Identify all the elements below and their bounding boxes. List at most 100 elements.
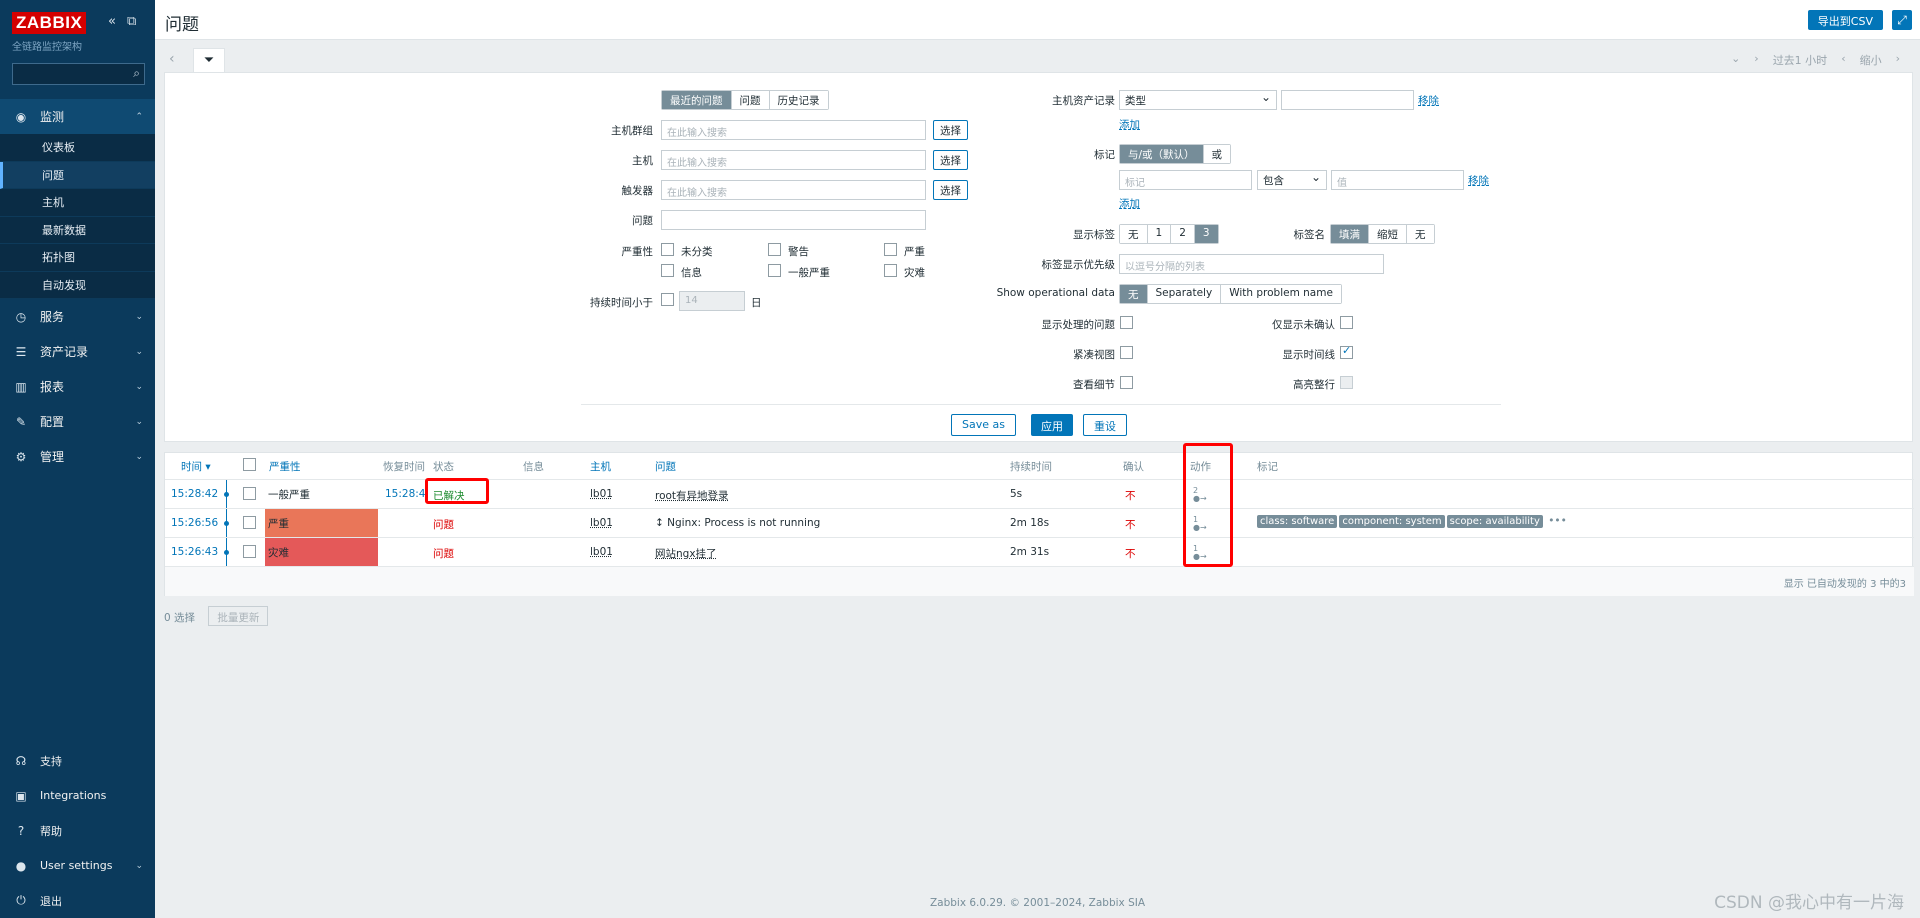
- row-host[interactable]: lb01: [590, 546, 613, 558]
- row-time[interactable]: 15:26:56: [171, 517, 218, 529]
- nav-configuration[interactable]: ✎ 配置 ⌄: [0, 404, 155, 439]
- zabbix-logo[interactable]: ZABBIX: [12, 12, 87, 34]
- show-tags-3[interactable]: 3: [1194, 225, 1218, 243]
- hostgroups-select-button[interactable]: 选择: [933, 120, 968, 140]
- triggers-input[interactable]: 在此输入搜索: [661, 180, 926, 200]
- age-input[interactable]: 14: [679, 291, 745, 311]
- row-ack[interactable]: 不: [1125, 546, 1136, 561]
- tag-name-short[interactable]: 缩短: [1369, 225, 1407, 243]
- more-tags-icon[interactable]: •••: [1548, 515, 1567, 527]
- row-problem[interactable]: 网站ngx挂了: [655, 546, 717, 561]
- tag-badge[interactable]: scope: availability: [1446, 515, 1543, 528]
- nav-monitoring[interactable]: ◉ 监测 ⌃: [0, 99, 155, 134]
- row-time[interactable]: 15:26:43: [171, 546, 218, 558]
- sidebar-item-latest-data[interactable]: 最新数据: [0, 217, 155, 244]
- row-ack[interactable]: 不: [1125, 517, 1136, 532]
- mass-update-button[interactable]: 批量更新: [208, 606, 269, 626]
- row-recovery-time[interactable]: 15:28:4: [385, 488, 425, 500]
- tag-operator-select[interactable]: 包含: [1257, 170, 1327, 190]
- sidebar-item-maps[interactable]: 拓扑图: [0, 244, 155, 272]
- opdata-with-name[interactable]: With problem name: [1221, 285, 1341, 303]
- collapse-sidebar-icon[interactable]: «: [108, 14, 116, 29]
- severity-checkbox-high[interactable]: [884, 243, 897, 256]
- inventory-remove-link[interactable]: 移除: [1418, 93, 1439, 108]
- details-checkbox[interactable]: [1120, 376, 1133, 389]
- inventory-type-select[interactable]: 类型: [1119, 90, 1277, 110]
- tag-add-link[interactable]: 添加: [1119, 196, 1140, 211]
- hosts-select-button[interactable]: 选择: [933, 150, 968, 170]
- tag-name-none[interactable]: 无: [1407, 225, 1434, 243]
- select-all-checkbox[interactable]: [243, 458, 256, 471]
- opdata-none[interactable]: 无: [1120, 285, 1148, 303]
- show-tags-none[interactable]: 无: [1120, 225, 1148, 243]
- nav-help[interactable]: ? 帮助: [0, 813, 155, 848]
- row-time[interactable]: 15:28:42: [171, 488, 218, 500]
- reset-button[interactable]: 重设: [1083, 414, 1127, 436]
- th-problem[interactable]: 问题: [655, 459, 676, 474]
- th-time[interactable]: 时间 ▾: [181, 459, 211, 474]
- nav-user-settings[interactable]: ● User settings ⌄: [0, 848, 155, 883]
- nav-reports[interactable]: ▥ 报表 ⌄: [0, 369, 155, 404]
- sidebar-item-dashboard[interactable]: 仪表板: [0, 134, 155, 162]
- th-severity[interactable]: 严重性: [269, 459, 301, 474]
- inventory-value-input[interactable]: [1281, 90, 1414, 110]
- time-range-tab[interactable]: 过去1 小时: [1773, 52, 1828, 68]
- age-checkbox[interactable]: [661, 293, 674, 306]
- compact-checkbox[interactable]: [1120, 346, 1133, 359]
- row-problem[interactable]: Nginx: Process is not running: [667, 517, 820, 529]
- unack-checkbox[interactable]: [1340, 316, 1353, 329]
- sidebar-item-discovery[interactable]: 自动发现: [0, 272, 155, 299]
- row-host[interactable]: lb01: [590, 517, 613, 529]
- show-history[interactable]: 历史记录: [769, 91, 828, 109]
- show-problems[interactable]: 问题: [731, 91, 770, 109]
- tab-prev-icon[interactable]: ‹: [169, 51, 175, 67]
- save-as-button[interactable]: Save as: [951, 414, 1016, 436]
- tag-badge[interactable]: component: system: [1339, 515, 1445, 528]
- opdata-separately[interactable]: Separately: [1147, 285, 1222, 303]
- severity-checkbox-disaster[interactable]: [884, 264, 897, 277]
- time-next-icon[interactable]: ›: [1896, 52, 1900, 68]
- nav-sign-out[interactable]: ⏻ 退出: [0, 883, 155, 918]
- time-prev-icon[interactable]: ‹: [1841, 52, 1845, 68]
- zoom-out-button[interactable]: 缩小: [1860, 52, 1882, 68]
- chevron-right-icon[interactable]: ›: [1754, 52, 1758, 68]
- tag-value-input[interactable]: 值: [1331, 170, 1464, 190]
- nav-administration[interactable]: ⚙ 管理 ⌄: [0, 439, 155, 474]
- row-host[interactable]: lb01: [590, 488, 613, 500]
- chevron-down-icon[interactable]: ⌄: [1731, 52, 1740, 68]
- hosts-input[interactable]: 在此输入搜索: [661, 150, 926, 170]
- row-checkbox[interactable]: [243, 487, 256, 500]
- severity-checkbox-not-classified[interactable]: [661, 243, 674, 256]
- show-tags-2[interactable]: 2: [1171, 225, 1195, 243]
- tags-mode-and-or[interactable]: 与/或（默认）: [1120, 145, 1204, 163]
- filter-tab[interactable]: ⏷: [193, 48, 225, 74]
- row-problem[interactable]: root有异地登录: [655, 488, 729, 503]
- severity-checkbox-warning[interactable]: [768, 243, 781, 256]
- row-checkbox[interactable]: [243, 545, 256, 558]
- inventory-add-link[interactable]: 添加: [1119, 117, 1140, 132]
- problem-input[interactable]: [661, 210, 926, 230]
- suppressed-checkbox[interactable]: [1120, 316, 1133, 329]
- search-icon[interactable]: ⌕: [133, 66, 140, 81]
- nav-support[interactable]: ☊ 支持: [0, 743, 155, 778]
- sidebar-search-input[interactable]: ⌕: [12, 63, 145, 85]
- triggers-select-button[interactable]: 选择: [933, 180, 968, 200]
- nav-services[interactable]: ◷ 服务 ⌄: [0, 299, 155, 334]
- sidebar-item-problems[interactable]: 问题: [0, 161, 155, 189]
- th-host[interactable]: 主机: [590, 459, 611, 474]
- tag-priority-input[interactable]: 以逗号分隔的列表: [1119, 254, 1384, 274]
- tag-badge[interactable]: class: software: [1257, 515, 1338, 528]
- tag-remove-link[interactable]: 移除: [1468, 173, 1489, 188]
- sidebar-item-hosts[interactable]: 主机: [0, 189, 155, 217]
- tag-name-input[interactable]: 标记: [1119, 170, 1252, 190]
- highlight-checkbox[interactable]: [1340, 376, 1353, 389]
- tag-name-full[interactable]: 填满: [1331, 225, 1369, 243]
- severity-checkbox-information[interactable]: [661, 264, 674, 277]
- apply-button[interactable]: 应用: [1031, 414, 1073, 436]
- show-tags-1[interactable]: 1: [1147, 225, 1172, 243]
- export-csv-button[interactable]: 导出到CSV: [1807, 10, 1883, 30]
- tags-mode-or[interactable]: 或: [1203, 145, 1231, 163]
- show-recent-problems[interactable]: 最近的问题: [662, 91, 732, 109]
- severity-checkbox-average[interactable]: [768, 264, 781, 277]
- kiosk-mode-icon[interactable]: ⧉: [127, 14, 136, 29]
